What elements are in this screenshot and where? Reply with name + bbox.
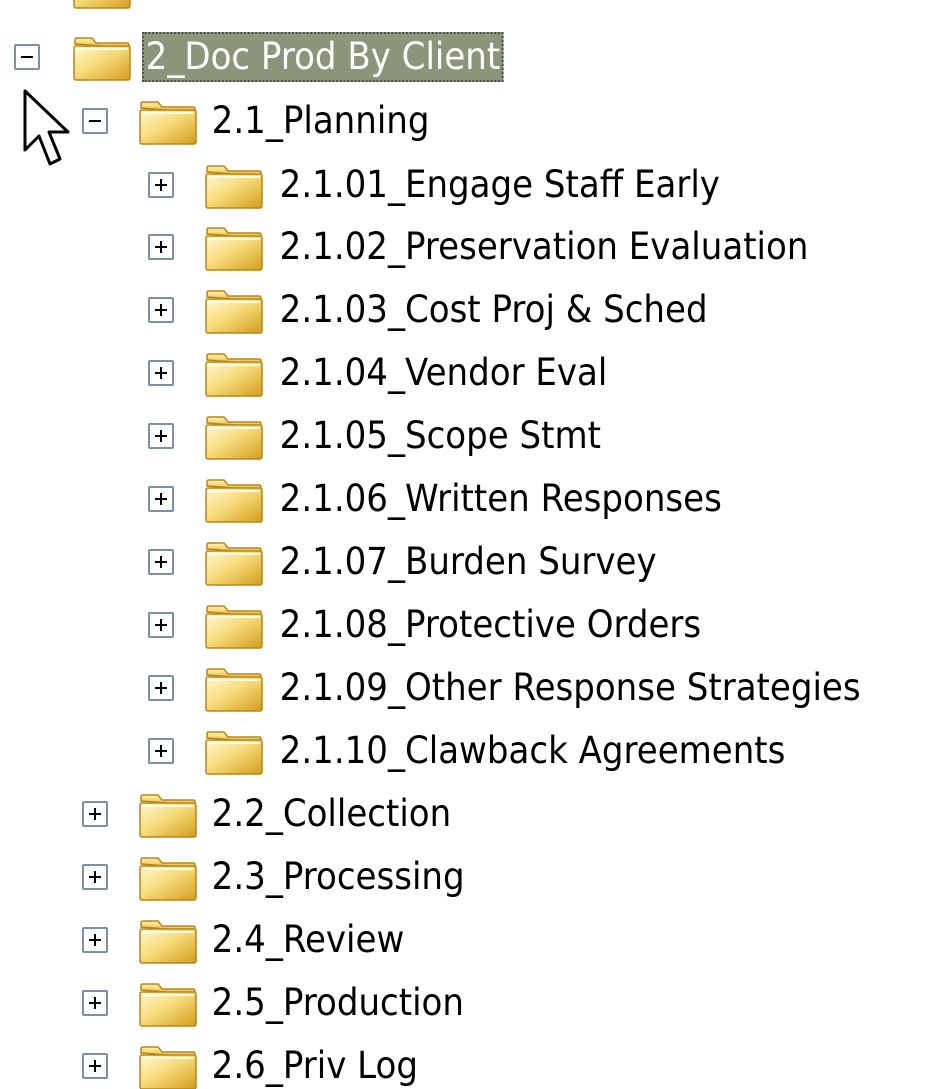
tree-item-label[interactable]: 2.1.08_Protective Orders [276, 600, 705, 650]
collapse-toggle-icon[interactable] [14, 44, 40, 70]
tree-item-label[interactable]: 2.1.05_Scope Stmt [276, 411, 605, 461]
expand-toggle-icon[interactable] [148, 423, 174, 449]
tree-item-label[interactable]: 2.1.06_Written Responses [276, 474, 725, 524]
expand-toggle-icon[interactable] [82, 990, 108, 1016]
expand-toggle-icon[interactable] [148, 612, 174, 638]
collapse-toggle-icon[interactable] [82, 108, 108, 134]
tree-item-label[interactable]: 2.6_Priv Log [208, 1041, 422, 1089]
tree-item-label[interactable]: 2.2_Collection [208, 789, 455, 839]
folder-icon [72, 36, 132, 82]
tree-item-label[interactable]: 2.1.09_Other Response Strategies [276, 663, 864, 713]
expand-toggle-icon[interactable] [148, 297, 174, 323]
tree-item-label[interactable]: 2.1.04_Vendor Eval [276, 348, 611, 398]
folder-icon [204, 604, 264, 650]
tree-item-label[interactable]: 2.1.07_Burden Survey [276, 537, 660, 587]
folder-icon [72, 0, 132, 10]
tree-item-label[interactable]: 2.1.10_Clawback Agreements [276, 726, 789, 776]
expand-toggle-icon[interactable] [82, 927, 108, 953]
tree-item-planning-label[interactable]: 2.1_Planning [208, 96, 433, 146]
expand-toggle-icon[interactable] [148, 486, 174, 512]
folder-icon [138, 919, 198, 965]
folder-icon [204, 667, 264, 713]
mouse-pointer-icon [23, 89, 70, 166]
expand-toggle-icon[interactable] [148, 549, 174, 575]
folder-icon [138, 856, 198, 902]
folder-icon [138, 100, 198, 146]
expand-toggle-icon[interactable] [148, 675, 174, 701]
expand-toggle-icon[interactable] [148, 738, 174, 764]
expand-toggle-icon[interactable] [148, 234, 174, 260]
folder-icon [204, 352, 264, 398]
folder-icon [204, 164, 264, 210]
folder-icon [138, 1045, 198, 1089]
expand-toggle-icon[interactable] [82, 864, 108, 890]
tree-item-label[interactable]: 2.1.02_Preservation Evaluation [276, 222, 812, 272]
folder-icon [138, 982, 198, 1028]
tree-item-label[interactable]: 2.1.03_Cost Proj & Sched [276, 285, 711, 335]
tree-item-label[interactable]: 2.4_Review [208, 915, 408, 965]
expand-toggle-icon[interactable] [148, 360, 174, 386]
folder-icon [204, 541, 264, 587]
folder-tree-view[interactable]: 2_Doc Prod By Client 2.1_Planning 2.1.01… [0, 0, 947, 1089]
folder-icon [204, 730, 264, 776]
tree-item-label[interactable]: 2.5_Production [208, 978, 468, 1028]
expand-toggle-icon[interactable] [82, 801, 108, 827]
tree-item-root-label[interactable]: 2_Doc Prod By Client [142, 32, 504, 82]
folder-icon [204, 226, 264, 272]
tree-item-label[interactable]: 2.3_Processing [208, 852, 468, 902]
folder-icon [204, 478, 264, 524]
folder-icon [204, 289, 264, 335]
expand-toggle-icon[interactable] [82, 1053, 108, 1079]
folder-icon [138, 793, 198, 839]
folder-icon [204, 415, 264, 461]
tree-item-clipped-label [142, 0, 149, 10]
tree-item-label[interactable]: 2.1.01_Engage Staff Early [276, 160, 724, 210]
expand-toggle-icon[interactable] [148, 172, 174, 198]
